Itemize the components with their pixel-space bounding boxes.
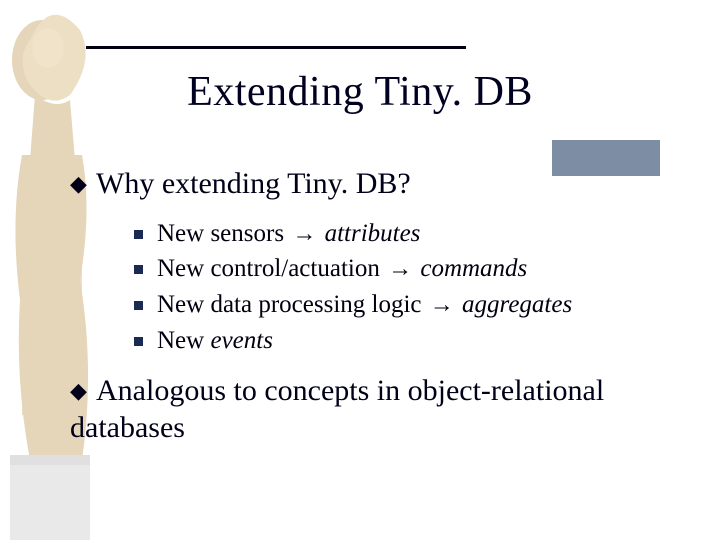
slide-title: Extending Tiny. DB xyxy=(0,68,720,116)
arrow-icon: → xyxy=(388,253,412,285)
diamond-bullet-icon: ◆ xyxy=(70,377,96,405)
list-item: New control/actuation → commands xyxy=(134,252,680,286)
list-item: New sensors → attributes xyxy=(134,217,680,251)
slide-content: ◆Why extending Tiny. DB? New sensors → a… xyxy=(70,165,680,461)
list-item: New data processing logic → aggregates xyxy=(134,288,680,322)
bullet-text: Why extending Tiny. DB? xyxy=(96,167,411,200)
square-bullet-icon xyxy=(134,230,143,239)
bullet-level1: ◆Why extending Tiny. DB? xyxy=(70,165,680,203)
square-bullet-icon xyxy=(134,301,143,310)
square-bullet-icon xyxy=(134,265,143,274)
square-bullet-icon xyxy=(134,337,143,346)
bullet-text: Analogous to concepts in object-relation… xyxy=(70,374,604,445)
bullet-level1: ◆Analogous to concepts in object-relatio… xyxy=(70,372,680,447)
arrow-icon: → xyxy=(292,218,316,250)
title-rule xyxy=(86,46,466,49)
arrow-icon: → xyxy=(430,289,454,321)
sub-bullet-list: New sensors → attributes New control/act… xyxy=(134,217,680,358)
diamond-bullet-icon: ◆ xyxy=(70,170,96,198)
list-item: New events xyxy=(134,324,680,358)
